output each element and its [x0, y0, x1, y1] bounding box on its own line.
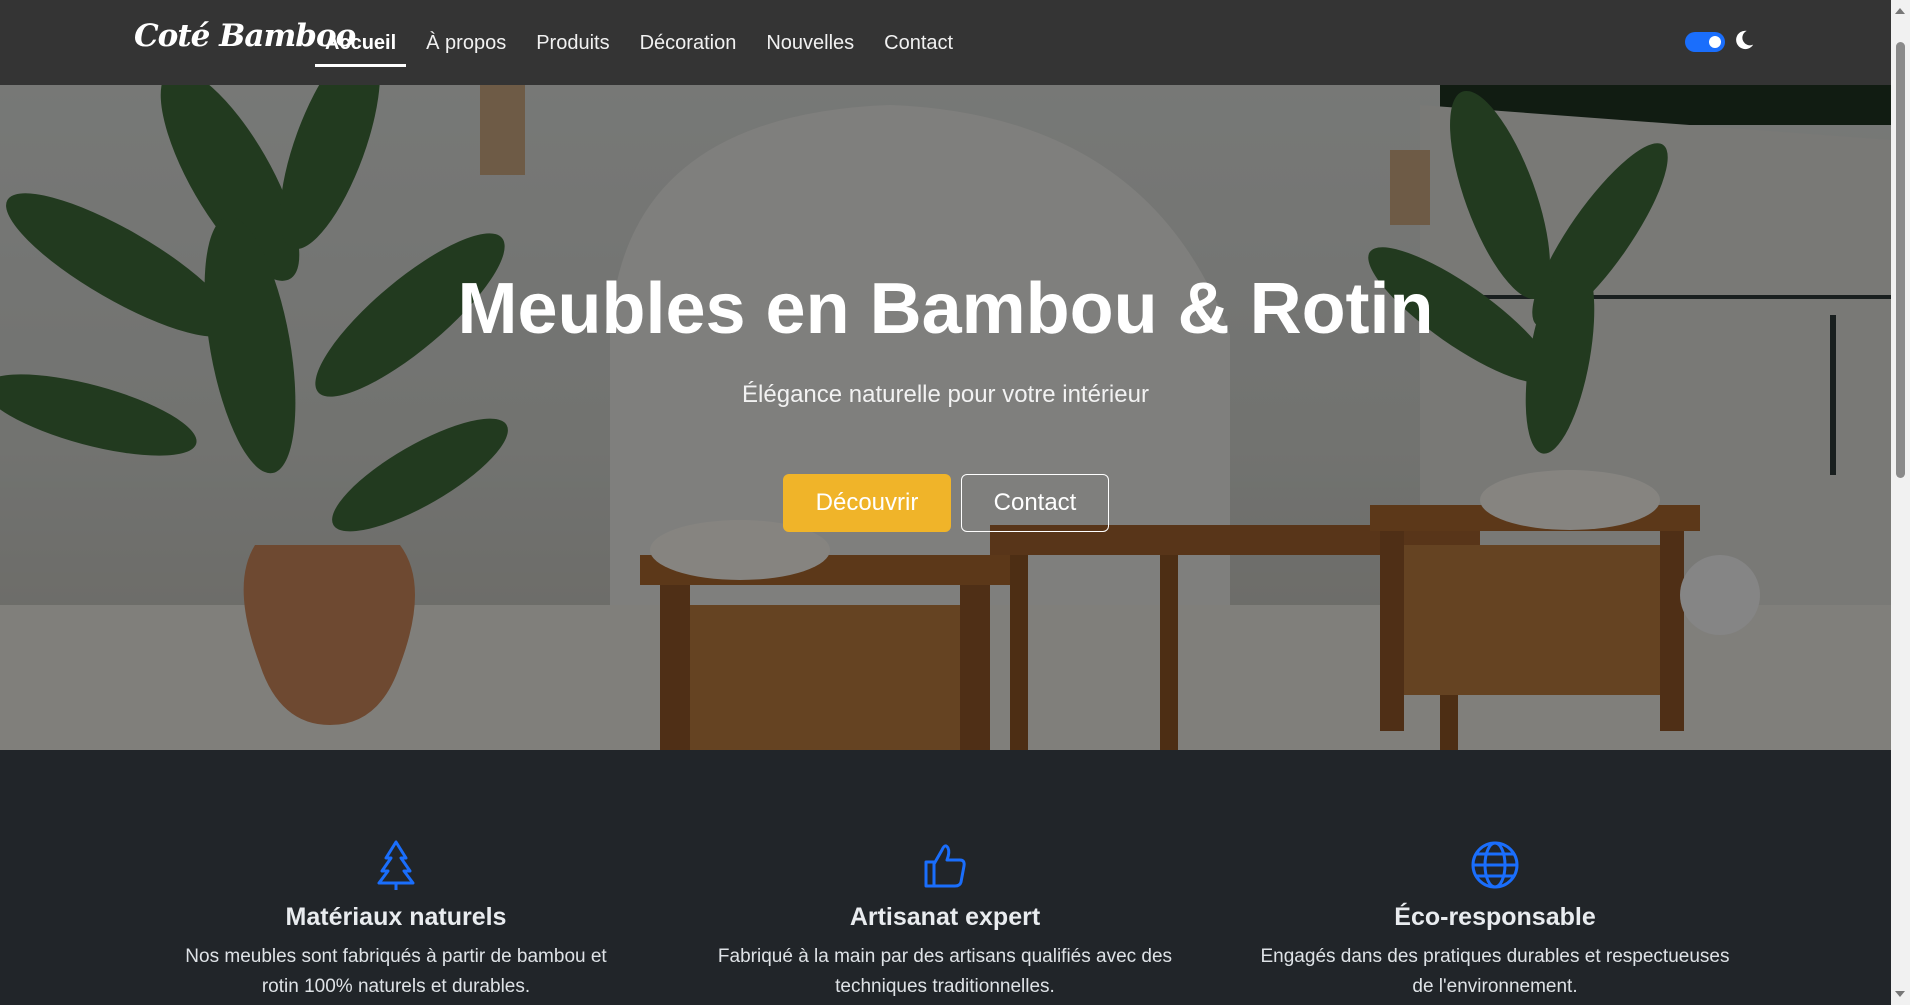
feature-eco: Éco-responsable Engagés dans des pratiqu… — [1245, 838, 1745, 1002]
features-section: Matériaux naturels Nos meubles sont fabr… — [0, 750, 1891, 1005]
scroll-up-arrow-icon[interactable] — [1895, 8, 1905, 14]
navbar: Coté Bamboo Accueil À propos Produits Dé… — [0, 0, 1891, 85]
thumbs-up-icon — [924, 844, 966, 888]
feature-text-line: rotin 100% naturels et durables. — [261, 976, 531, 997]
hero-title: Meubles en Bambou & Rotin — [457, 269, 1434, 349]
moon-icon — [1736, 30, 1754, 50]
feature-title: Éco-responsable — [1394, 903, 1596, 931]
scroll-down-arrow-icon[interactable] — [1895, 991, 1905, 997]
feature-text-line: techniques traditionnelles. — [835, 976, 1055, 997]
feature-text-line: Nos meubles sont fabriqués à partir de b… — [185, 946, 607, 967]
nav-item-a-propos[interactable]: À propos — [411, 23, 521, 63]
feature-text-line: Engagés dans des pratiques durables et r… — [1260, 946, 1730, 967]
hero-banner: Meubles en Bambou & Rotin Élégance natur… — [0, 85, 1891, 750]
feature-text: Nos meubles sont fabriqués à partir de b… — [146, 942, 646, 1002]
feature-text: Fabriqué à la main par des artisans qual… — [695, 942, 1195, 1002]
feature-materiaux: Matériaux naturels Nos meubles sont fabr… — [146, 838, 646, 1002]
nav-item-produits[interactable]: Produits — [521, 23, 624, 63]
scrollbar-thumb[interactable] — [1896, 42, 1905, 478]
feature-text-line: Fabriqué à la main par des artisans qual… — [717, 946, 1173, 967]
hero-overlay — [0, 85, 1891, 750]
feature-title: Artisanat expert — [849, 903, 1041, 931]
nav-item-nouvelles[interactable]: Nouvelles — [751, 23, 869, 63]
feature-text: Engagés dans des pratiques durables et r… — [1245, 942, 1745, 1002]
tree-icon — [377, 840, 415, 890]
nav-item-accueil[interactable]: Accueil — [310, 23, 411, 67]
theme-toggle-switch[interactable] — [1685, 32, 1725, 52]
nav-links: Accueil À propos Produits Décoration Nou… — [310, 0, 968, 85]
feature-artisanat: Artisanat expert Fabriqué à la main par … — [695, 838, 1195, 1002]
contact-button[interactable]: Contact — [961, 474, 1109, 532]
hero-subtitle: Élégance naturelle pour votre intérieur — [742, 381, 1149, 408]
toggle-knob — [1709, 36, 1721, 48]
nav-item-decoration[interactable]: Décoration — [625, 23, 752, 63]
page-scrollbar[interactable] — [1891, 0, 1910, 1005]
feature-title: Matériaux naturels — [285, 903, 507, 931]
globe-icon — [1471, 841, 1519, 889]
decouvrir-button[interactable]: Découvrir — [783, 474, 951, 532]
feature-text-line: de l'environnement. — [1412, 976, 1578, 997]
nav-item-contact[interactable]: Contact — [869, 23, 968, 63]
